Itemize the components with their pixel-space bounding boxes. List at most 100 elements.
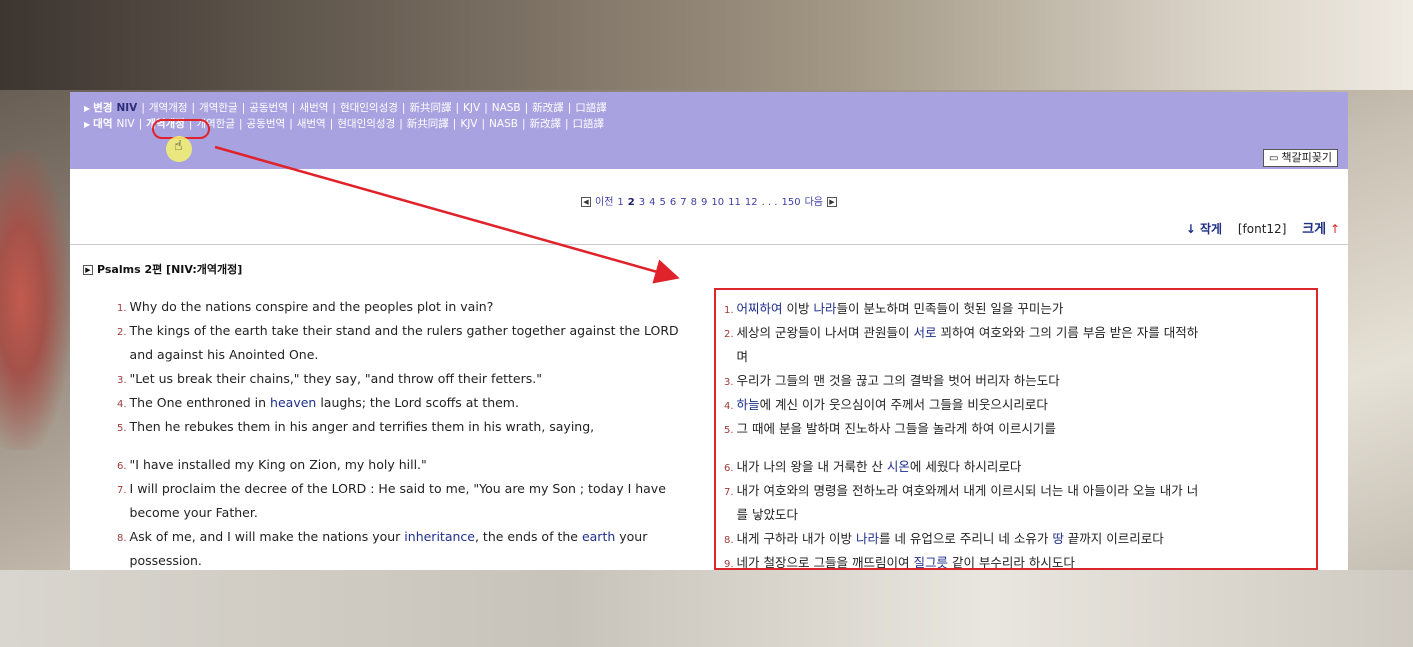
pager-page[interactable]: 7 bbox=[680, 197, 686, 208]
verse-link[interactable]: 땅 bbox=[1052, 531, 1064, 546]
verse-text: 며 bbox=[736, 349, 749, 364]
nav-link-8[interactable]: NASB bbox=[489, 118, 518, 130]
chapter-title-text: Psalms 2편 [NIV:개역개정] bbox=[97, 263, 243, 276]
translation-nav: ▶ 변경 NIV | 개역개정 | 개역한글 | 공동번역 | 새번역 | 현대인의성경 | 新共同譯 | KJ… bbox=[70, 92, 1348, 169]
nav-link-6[interactable]: 新共同譯 bbox=[407, 118, 449, 130]
verse-line: 8. 내게 구하라 내가 이방 나라를 네 유업으로 주리니 네 소유가 땅 끝까… bbox=[724, 528, 1306, 552]
nav-link-5[interactable]: 현대인의성경 bbox=[337, 118, 395, 130]
nav-link-0[interactable]: NIV bbox=[116, 118, 134, 130]
nav-link-6[interactable]: 新共同譯 bbox=[409, 102, 451, 114]
verse-line: 5. Then he rebukes them in his anger and … bbox=[117, 416, 702, 440]
font-bigger-button[interactable]: 크게 ↑ bbox=[1302, 222, 1340, 237]
verse-link[interactable]: 시온 bbox=[887, 459, 910, 474]
nav-link-1[interactable]: 개역개정 bbox=[149, 102, 188, 114]
verse-link[interactable]: 서로 bbox=[913, 325, 936, 340]
verse-line: possession. bbox=[117, 550, 702, 570]
verse-indent bbox=[117, 509, 127, 520]
background-flower bbox=[0, 150, 70, 450]
pager-page[interactable]: 5 bbox=[660, 197, 666, 208]
verse-line: 2. 세상의 군왕들이 나서며 관원들이 서로 꾀하여 여호와와 그의 기름 부음… bbox=[724, 322, 1306, 346]
verse-line: 8. Ask of me, and I will make the nations… bbox=[117, 526, 702, 550]
verse-text: 이방 bbox=[782, 301, 814, 316]
verse-link[interactable]: 나라 bbox=[856, 531, 879, 546]
pager-page[interactable]: 11 bbox=[728, 197, 741, 208]
pager-page[interactable]: 10 bbox=[711, 197, 724, 208]
verse-text: 를 낳았도다 bbox=[736, 507, 799, 522]
verse-line: 1. 어찌하여 이방 나라들이 분노하며 민족들이 헛된 일을 꾸미는가 bbox=[724, 298, 1306, 322]
verse-line: 며 bbox=[724, 346, 1306, 370]
pager-next[interactable]: 다음 bbox=[805, 197, 823, 208]
verse-indent bbox=[117, 351, 127, 362]
nav-link-7[interactable]: KJV bbox=[463, 102, 480, 114]
verse-number: 4. bbox=[724, 401, 734, 412]
verse-line: 7. I will proclaim the decree of the LORD… bbox=[117, 478, 702, 502]
chapter-title: ▶ Psalms 2편 [NIV:개역개정] bbox=[83, 261, 1348, 277]
nav-link-5[interactable]: 현대인의성경 bbox=[340, 102, 398, 114]
pager-page[interactable]: 1 bbox=[617, 197, 623, 208]
verse-text: "Let us break their chains," they say, "… bbox=[129, 371, 542, 386]
nav-link-0[interactable]: NIV bbox=[116, 102, 137, 114]
nav-separator: | bbox=[524, 102, 529, 114]
next-arrow-icon: ▶ bbox=[826, 197, 837, 207]
pager-page[interactable]: 2 bbox=[628, 197, 635, 208]
pager-page[interactable]: 4 bbox=[649, 197, 655, 208]
verse-text: 네가 철장으로 그들을 깨뜨림이여 bbox=[736, 555, 914, 570]
verse-line: 6. "I have installed my King on Zion, my … bbox=[117, 454, 702, 478]
nav-link-8[interactable]: NASB bbox=[492, 102, 521, 114]
bookmark-button[interactable]: ▭ 책갈피꽂기 bbox=[1262, 149, 1338, 167]
verse-gap bbox=[724, 442, 1306, 456]
nav-link-9[interactable]: 新改譯 bbox=[532, 102, 564, 114]
verse-link[interactable]: heaven bbox=[270, 395, 316, 410]
pager-page[interactable]: 6 bbox=[670, 197, 676, 208]
nav-link-7[interactable]: KJV bbox=[460, 118, 477, 130]
nav-separator: | bbox=[567, 102, 572, 114]
verse-text: The kings of the earth take their stand … bbox=[129, 323, 679, 338]
font-bigger-label: 크게 bbox=[1302, 222, 1327, 237]
verse-number: 6. bbox=[117, 461, 127, 472]
pager-prev[interactable]: 이전 bbox=[595, 197, 613, 208]
triangle-icon: ▶ bbox=[84, 104, 91, 113]
verse-link[interactable]: inheritance bbox=[404, 529, 475, 544]
pager-last[interactable]: 150 bbox=[781, 197, 800, 208]
bible-page: ▶ 변경 NIV | 개역개정 | 개역한글 | 공동번역 | 새번역 | 현대인의성경 | 新共同譯 | KJ… bbox=[70, 92, 1348, 570]
font-smaller-button[interactable]: ↓ 작게 bbox=[1186, 222, 1222, 236]
nav-link-4[interactable]: 새번역 bbox=[297, 118, 326, 130]
verse-number: 9. bbox=[724, 559, 734, 570]
nav-separator: | bbox=[399, 118, 403, 130]
verse-number: 7. bbox=[117, 485, 127, 496]
nav-link-9[interactable]: 新改譯 bbox=[530, 118, 562, 130]
nav-separator: | bbox=[452, 118, 457, 130]
nav-separator: | bbox=[191, 102, 196, 114]
pager-page[interactable]: 9 bbox=[701, 197, 707, 208]
verse-line: 7. 내가 여호와의 명령을 전하노라 여호와께서 내게 이르시되 너는 내 아들… bbox=[724, 480, 1306, 504]
verse-text: Then he rebukes them in his anger and te… bbox=[129, 419, 595, 434]
verse-link[interactable]: 질그릇 bbox=[913, 555, 948, 568]
nav-separator: | bbox=[241, 102, 246, 114]
verse-line: 3. "Let us break their chains," they say,… bbox=[117, 368, 702, 392]
nav-link-3[interactable]: 공동번역 bbox=[249, 102, 288, 114]
pager-page[interactable]: 8 bbox=[691, 197, 697, 208]
nav-separator: | bbox=[565, 118, 569, 130]
pager-page[interactable]: 3 bbox=[639, 197, 645, 208]
nav-link-3[interactable]: 공동번역 bbox=[247, 118, 286, 130]
nav-link-4[interactable]: 새번역 bbox=[299, 102, 328, 114]
verse-text: and against his Anointed One. bbox=[129, 347, 319, 362]
verse-number: 3. bbox=[724, 377, 734, 388]
nav-link-10[interactable]: 口語譯 bbox=[573, 118, 605, 130]
verse-text: laughs; the Lord scoffs at them. bbox=[316, 395, 519, 410]
verse-link[interactable]: 나라 bbox=[814, 301, 837, 316]
verse-link[interactable]: 하늘 bbox=[737, 397, 760, 412]
verse-gap bbox=[117, 440, 702, 454]
verse-number: 3. bbox=[117, 375, 127, 386]
verse-line: 6. 내가 나의 왕을 내 거룩한 산 시온에 세웠다 하시리로다 bbox=[724, 456, 1306, 480]
verse-link[interactable]: 어찌하여 bbox=[737, 301, 783, 316]
pager-page[interactable]: 12 bbox=[745, 197, 758, 208]
nav-separator: | bbox=[455, 102, 460, 114]
nav-link-2[interactable]: 개역한글 bbox=[199, 102, 238, 114]
verse-number: 7. bbox=[724, 487, 734, 498]
verse-text: 끝까지 이르리로다 bbox=[1063, 531, 1164, 546]
nav-link-10[interactable]: 口語譯 bbox=[575, 102, 607, 114]
verse-number: 5. bbox=[117, 423, 127, 434]
verse-link[interactable]: earth bbox=[582, 529, 615, 544]
verse-text: I will proclaim the decree of the LORD :… bbox=[129, 481, 666, 496]
